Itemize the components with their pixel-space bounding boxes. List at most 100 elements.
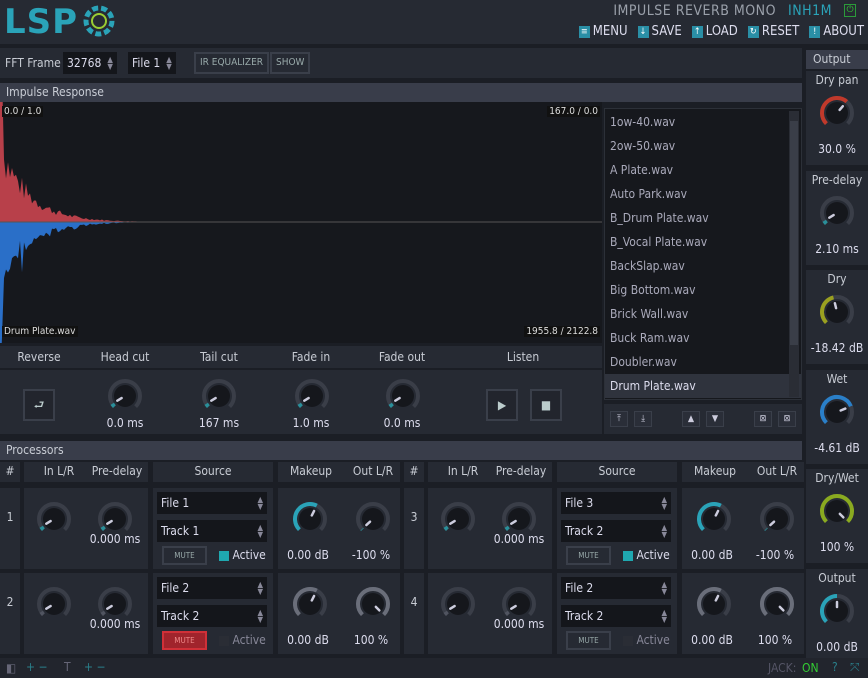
fade-out-knob[interactable] <box>385 378 421 417</box>
spin-arrows-icon: ▲ ▼ <box>257 608 263 624</box>
file-list-item[interactable]: BackSlap.wav <box>605 254 801 278</box>
mute-button[interactable]: MUTE <box>162 631 207 650</box>
output-control-value: -18.42 dB <box>810 341 864 355</box>
about-button[interactable]: ! ABOUT <box>809 24 864 39</box>
first-icon[interactable]: ⤒ <box>610 411 629 427</box>
file-list-item[interactable]: Buck Ram.wav <box>605 326 801 350</box>
resize-icon[interactable]: ⤧ <box>850 660 860 675</box>
fade-in-knob[interactable] <box>294 378 330 417</box>
reverse-button[interactable]: ⮐ <box>23 389 55 421</box>
power-icon[interactable]: ⏻ <box>844 4 856 17</box>
output-knob[interactable] <box>819 95 855 134</box>
out-lr-knob[interactable] <box>355 586 391 625</box>
menu-button[interactable]: ≡ MENU <box>578 24 628 39</box>
mute-button[interactable]: MUTE <box>566 546 611 565</box>
out-lr-knob[interactable] <box>759 501 795 540</box>
file-list-item[interactable]: Auto Park.wav <box>605 182 801 206</box>
active-checkbox[interactable]: Active <box>219 633 266 647</box>
file-list-item[interactable]: Brick Wall.wav <box>605 302 801 326</box>
in-lr-knob[interactable] <box>440 501 476 540</box>
output-control-label: Wet <box>826 371 848 386</box>
mute-button[interactable]: MUTE <box>162 546 207 565</box>
row-number: 4 <box>410 595 418 609</box>
tail-cut-knob[interactable] <box>201 378 237 417</box>
output-section-title: Output <box>806 50 868 69</box>
file-select[interactable]: File 2 ▲ ▼ <box>157 577 267 599</box>
close-icon[interactable]: ⊠ <box>777 411 796 427</box>
graph-label-tr: 167.0 / 0.0 <box>547 106 600 117</box>
file-list-item[interactable]: 1ow-40.wav <box>605 110 801 134</box>
save-button[interactable]: ↓ SAVE <box>637 24 682 39</box>
file-select[interactable]: File 1 ▲ ▼ <box>157 492 267 514</box>
file-list-item[interactable]: B_Vocal Plate.wav <box>605 230 801 254</box>
spin-arrows-icon: ▲ ▼ <box>257 580 263 596</box>
file-select[interactable]: File 1 ▲ ▼ <box>128 52 176 74</box>
makeup-knob[interactable] <box>696 586 732 625</box>
window-icon[interactable]: ◧ <box>6 661 16 675</box>
save-icon: ↓ <box>637 25 649 38</box>
scrollbar-thumb[interactable] <box>790 121 798 345</box>
output-control-label: Dry <box>827 272 847 286</box>
fft-frame-select[interactable]: 32768 ▲ ▼ <box>63 52 117 74</box>
active-checkbox[interactable]: Active <box>219 548 266 562</box>
header-num: # <box>409 464 419 478</box>
instance-name: INH1M <box>788 3 832 19</box>
file-select[interactable]: File 3 ▲ ▼ <box>561 492 671 514</box>
menu-icon: ≡ <box>578 25 590 38</box>
head-cut-knob[interactable] <box>107 378 143 417</box>
track-select[interactable]: Track 2 ▲ ▼ <box>561 520 671 542</box>
file-list-item[interactable]: Big Bottom.wav <box>605 278 801 302</box>
out-lr-knob[interactable] <box>759 586 795 625</box>
active-checkbox[interactable]: Active <box>623 548 670 562</box>
tail-cut-value: 167 ms <box>198 416 240 430</box>
down-icon[interactable]: ▼ <box>705 411 725 427</box>
file-list-item[interactable]: B_Drum Plate.wav <box>605 206 801 230</box>
file-list-item[interactable]: 2ow-50.wav <box>605 134 801 158</box>
in-lr-knob[interactable] <box>36 501 72 540</box>
file-list-item[interactable]: Doubler.wav <box>605 350 801 374</box>
gear-logo-icon <box>83 5 115 37</box>
mute-button[interactable]: MUTE <box>566 631 611 650</box>
track-select[interactable]: Track 1 ▲ ▼ <box>157 520 267 542</box>
track-select[interactable]: Track 2 ▲ ▼ <box>157 605 267 627</box>
last-icon[interactable]: ⤓ <box>634 411 653 427</box>
track-select[interactable]: Track 2 ▲ ▼ <box>561 605 671 627</box>
out-lr-value: 100 % <box>353 633 389 647</box>
output-control-value: -4.61 dB <box>814 440 860 455</box>
in-lr-knob[interactable] <box>36 586 72 625</box>
clear-icon[interactable]: ⊠ <box>753 411 772 427</box>
file-list-item[interactable]: A Plate.wav <box>605 158 801 182</box>
file-list-scrollbar[interactable] <box>789 111 799 397</box>
output-knob[interactable] <box>819 593 855 632</box>
stop-button[interactable]: ■ <box>530 389 562 421</box>
active-checkbox[interactable]: Active <box>623 633 670 647</box>
makeup-knob[interactable] <box>696 501 732 540</box>
help-icon[interactable]: ? <box>832 660 838 674</box>
file-list-item[interactable]: Drum Plate.wav <box>605 374 801 398</box>
head-cut-label: Head cut <box>100 350 150 364</box>
reset-button[interactable]: ↻ RESET <box>747 24 799 39</box>
makeup-knob[interactable] <box>292 501 328 540</box>
file-select[interactable]: File 2 ▲ ▼ <box>561 577 671 599</box>
load-button[interactable]: ↑ LOAD <box>691 24 738 39</box>
output-knob[interactable] <box>819 195 855 234</box>
play-button[interactable]: ▶ <box>486 389 518 421</box>
show-button[interactable]: SHOW <box>270 52 311 74</box>
out-lr-knob[interactable] <box>355 501 391 540</box>
output-knob[interactable] <box>819 493 855 532</box>
spin-arrows-icon: ▲ ▼ <box>661 608 667 624</box>
in-lr-knob[interactable] <box>440 586 476 625</box>
zoom-plus-minus[interactable]: + − <box>26 660 48 674</box>
row-num-cell <box>404 488 424 569</box>
font-plus-minus[interactable]: + − <box>84 660 106 674</box>
ir-equalizer-button[interactable]: IR EQUALIZER <box>194 52 270 74</box>
makeup-knob[interactable] <box>292 586 328 625</box>
output-dry-wet-panel: Dry/Wet 100 % <box>806 469 868 563</box>
header-num: # <box>5 464 15 478</box>
output-knob[interactable] <box>819 394 855 433</box>
makeup-value: 0.00 dB <box>287 548 329 562</box>
up-icon[interactable]: ▲ <box>681 411 700 427</box>
head-cut-value: 0.0 ms <box>106 416 144 430</box>
font-icon[interactable]: T <box>64 660 71 674</box>
output-knob[interactable] <box>819 294 855 333</box>
